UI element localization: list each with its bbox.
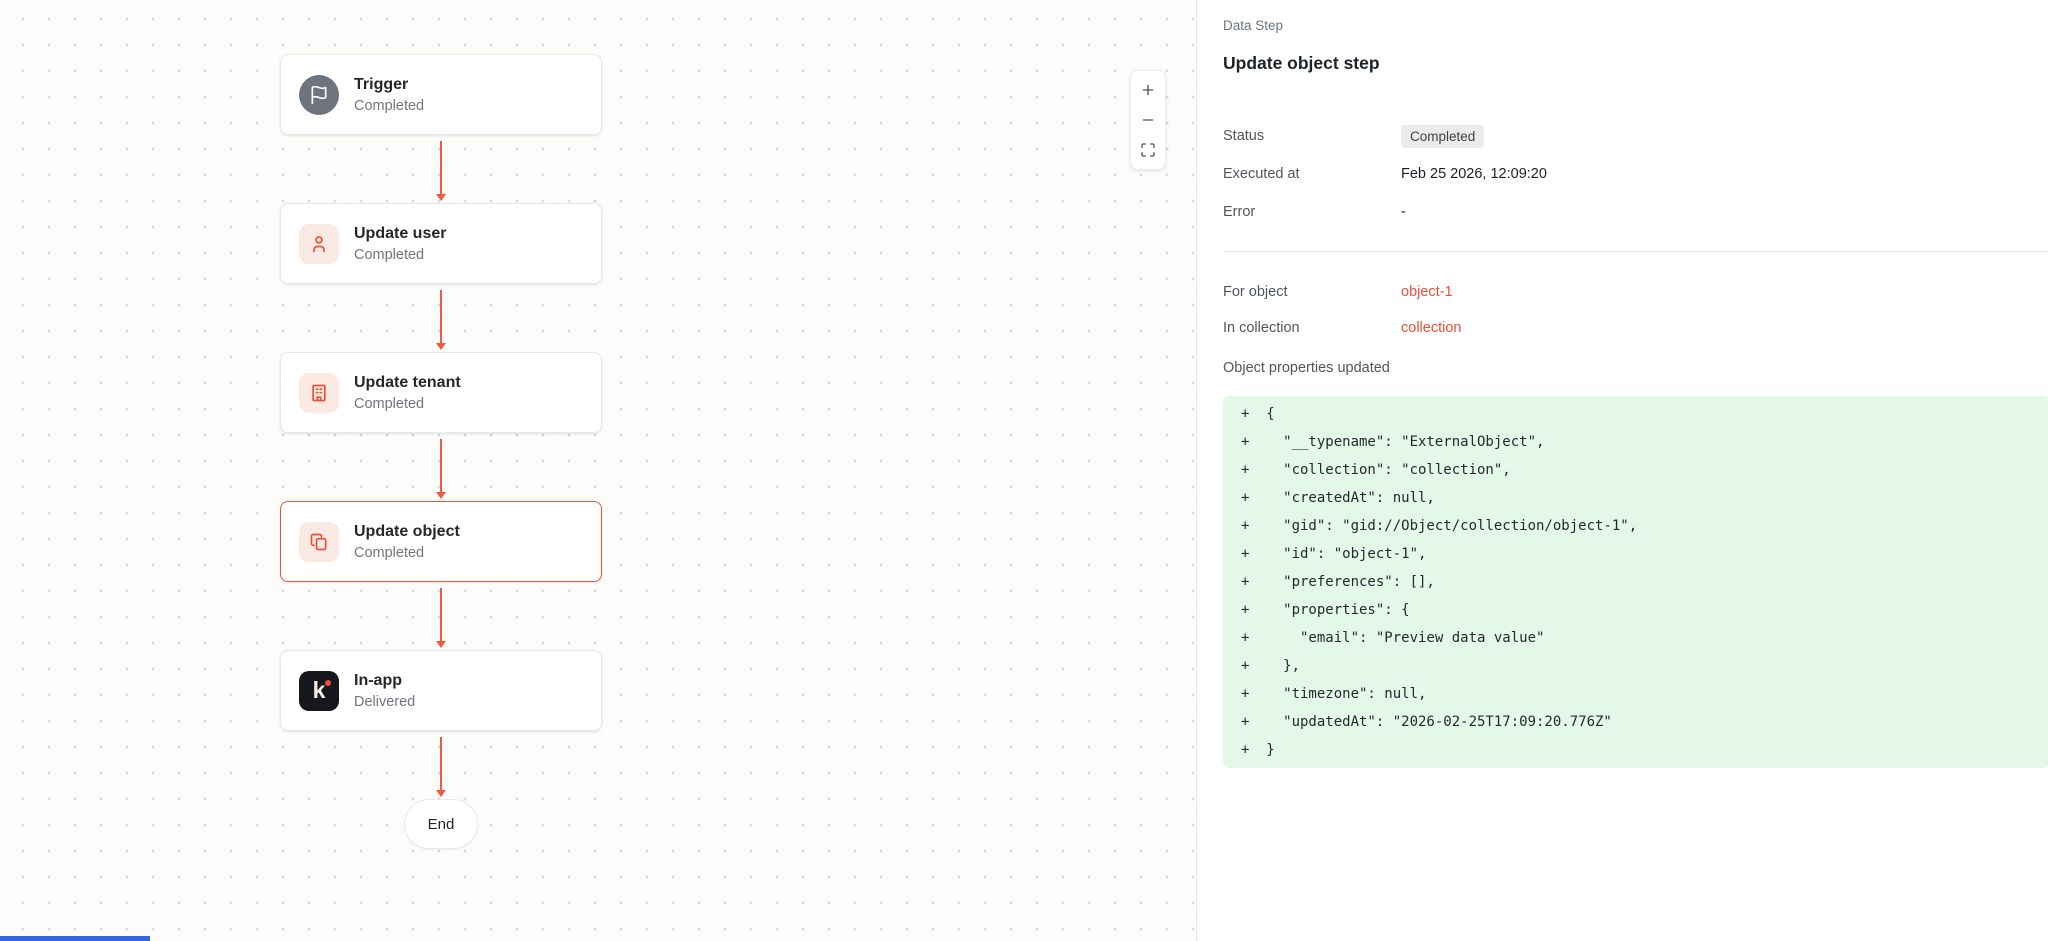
detail-field-row: Error -: [1223, 193, 2048, 231]
user-icon: [299, 224, 339, 264]
workflow-canvas[interactable]: Trigger Completed Update user Completed: [0, 0, 1196, 941]
status-fields: Status Completed Executed at Feb 25 2026…: [1223, 117, 2048, 231]
arrowhead-icon: [436, 343, 446, 350]
diff-added-line: + "updatedAt": "2026-02-25T17:09:20.776Z…: [1241, 708, 2048, 736]
workflow-node[interactable]: Update tenant Completed: [280, 352, 602, 433]
diff-section-label: Object properties updated: [1223, 358, 2048, 378]
node-status: Completed: [354, 98, 424, 114]
detail-field-row: Status Completed: [1223, 117, 2048, 155]
field-label: For object: [1223, 284, 1401, 300]
zoom-in-button[interactable]: [1130, 75, 1166, 105]
arrowhead-icon: [436, 492, 446, 499]
field-label: Error: [1223, 204, 1401, 220]
node-status: Delivered: [354, 694, 415, 710]
field-link-value[interactable]: object-1: [1401, 284, 1453, 300]
workflow-node[interactable]: Update object Completed: [280, 501, 602, 582]
diff-added-line: + "preferences": [],: [1241, 568, 2048, 596]
zoom-controls: [1130, 70, 1166, 170]
workflow-node[interactable]: Trigger Completed: [280, 54, 602, 135]
node-status: Completed: [354, 545, 460, 561]
diff-added-line: + "__typename": "ExternalObject",: [1241, 428, 2048, 456]
building-icon: [299, 373, 339, 413]
step-type-label: Data Step: [1223, 17, 2048, 34]
section-divider: [1223, 251, 2048, 252]
progress-bar: [0, 936, 150, 941]
copy-icon: [299, 522, 339, 562]
step-detail-panel: Data Step Update object step Status Comp…: [1196, 0, 2048, 941]
end-node-label: End: [428, 816, 455, 833]
diff-added-line: + {: [1241, 400, 2048, 428]
end-node[interactable]: End: [404, 799, 478, 849]
flow-connector-arrow: [436, 284, 446, 352]
plus-icon: [1140, 82, 1156, 98]
diff-added-line: + "gid": "gid://Object/collection/object…: [1241, 512, 2048, 540]
page-title: Update object step: [1223, 51, 2048, 75]
arrowhead-icon: [436, 790, 446, 797]
fit-view-icon: [1140, 142, 1156, 158]
fit-view-button[interactable]: [1130, 135, 1166, 165]
field-label: In collection: [1223, 320, 1401, 336]
detail-link-row: For object object-1: [1223, 274, 2048, 310]
object-properties-diff[interactable]: + {+ "__typename": "ExternalObject",+ "c…: [1223, 396, 2048, 768]
node-status: Completed: [354, 247, 446, 263]
flag-icon: [299, 75, 339, 115]
field-link-value[interactable]: collection: [1401, 320, 1461, 336]
diff-added-line: + "properties": {: [1241, 596, 2048, 624]
flow-connector-arrow: [436, 731, 446, 799]
knock-icon: k: [299, 671, 339, 711]
node-status: Completed: [354, 396, 461, 412]
diff-added-line: + "collection": "collection",: [1241, 456, 2048, 484]
field-value: -: [1401, 204, 1406, 220]
flow-connector-arrow: [436, 135, 446, 203]
status-badge: Completed: [1401, 125, 1484, 148]
detail-link-row: In collection collection: [1223, 310, 2048, 346]
node-title: In-app: [354, 672, 415, 690]
diff-added-line: + "id": "object-1",: [1241, 540, 2048, 568]
diff-added-line: + },: [1241, 652, 2048, 680]
flow-connector-arrow: [436, 582, 446, 650]
minus-icon: [1140, 112, 1156, 128]
diff-added-line: + }: [1241, 736, 2048, 764]
diff-added-line: + "createdAt": null,: [1241, 484, 2048, 512]
arrowhead-icon: [436, 641, 446, 648]
node-title: Update object: [354, 523, 460, 541]
object-reference-fields: For object object-1 In collection collec…: [1223, 274, 2048, 346]
field-label: Status: [1223, 128, 1401, 144]
flow-connector-arrow: [436, 433, 446, 501]
zoom-out-button[interactable]: [1130, 105, 1166, 135]
workflow-node[interactable]: Update user Completed: [280, 203, 602, 284]
field-label: Executed at: [1223, 166, 1401, 182]
arrowhead-icon: [436, 194, 446, 201]
workflow-node[interactable]: k In-app Delivered: [280, 650, 602, 731]
node-title: Update tenant: [354, 374, 461, 392]
node-title: Trigger: [354, 76, 424, 94]
diff-added-line: + "timezone": null,: [1241, 680, 2048, 708]
workflow-run-view: Trigger Completed Update user Completed: [0, 0, 2048, 941]
diff-added-line: + "email": "Preview data value": [1241, 624, 2048, 652]
node-title: Update user: [354, 225, 446, 243]
detail-field-row: Executed at Feb 25 2026, 12:09:20: [1223, 155, 2048, 193]
workflow-flow: Trigger Completed Update user Completed: [280, 54, 602, 849]
field-value: Feb 25 2026, 12:09:20: [1401, 166, 1547, 182]
